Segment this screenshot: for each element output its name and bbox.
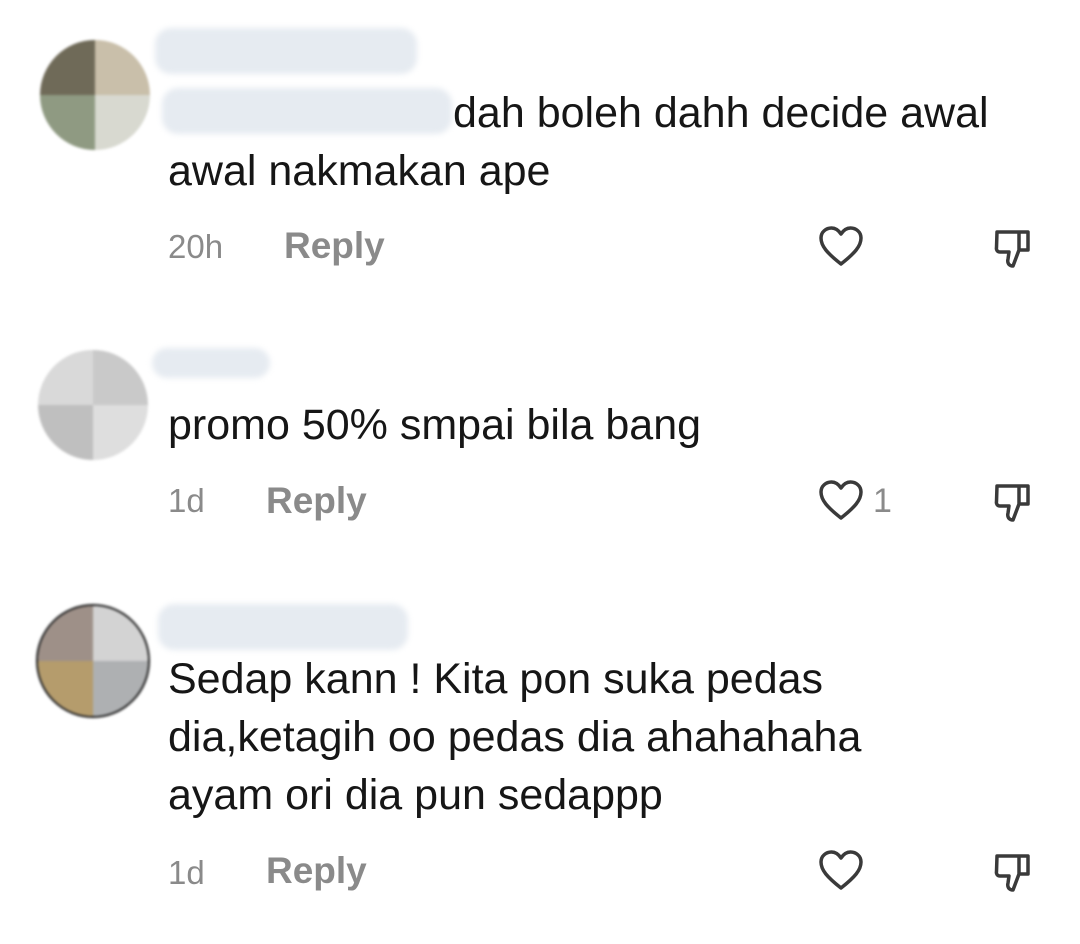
comment-timestamp: 1d (168, 482, 205, 519)
reply-button[interactable]: Reply (266, 850, 367, 892)
heart-outline-icon (819, 226, 863, 266)
like-button[interactable] (817, 478, 865, 522)
username-redacted (158, 604, 408, 650)
comment-text: dah boleh dahh decide awal awal nakmakan… (168, 89, 989, 195)
like-count: 1 (873, 482, 892, 520)
thumbs-down-outline-icon (994, 854, 1030, 892)
comment-text: Sedap kann ! Kita pon suka pedas dia,ket… (168, 655, 862, 819)
comment-item: dah boleh dahh decide awal awal nakmakan… (0, 0, 1080, 300)
comment-timestamp: 1d (168, 854, 205, 891)
avatar[interactable] (40, 40, 150, 150)
reply-button[interactable]: Reply (266, 480, 367, 522)
heart-outline-icon (819, 480, 863, 520)
dislike-button[interactable] (993, 480, 1033, 524)
username-redacted (155, 28, 417, 74)
avatar[interactable] (36, 604, 150, 718)
avatar[interactable] (38, 350, 148, 460)
comment-timestamp: 20h (168, 228, 224, 265)
like-button[interactable] (817, 848, 865, 892)
thumbs-down-outline-icon (994, 230, 1030, 268)
dislike-button[interactable] (993, 850, 1033, 894)
comment-text: promo 50% smpai bila bang (168, 401, 702, 449)
like-button[interactable] (817, 224, 865, 268)
thumbs-down-outline-icon (994, 484, 1030, 522)
comment-item: Sedap kann ! Kita pon suka pedas dia,ket… (0, 590, 1080, 944)
comment-item: promo 50% smpai bila bang 1d Reply 1 (0, 330, 1080, 590)
reply-button[interactable]: Reply (284, 225, 385, 267)
heart-outline-icon (819, 850, 863, 890)
username-redacted (152, 348, 270, 378)
dislike-button[interactable] (993, 226, 1033, 270)
